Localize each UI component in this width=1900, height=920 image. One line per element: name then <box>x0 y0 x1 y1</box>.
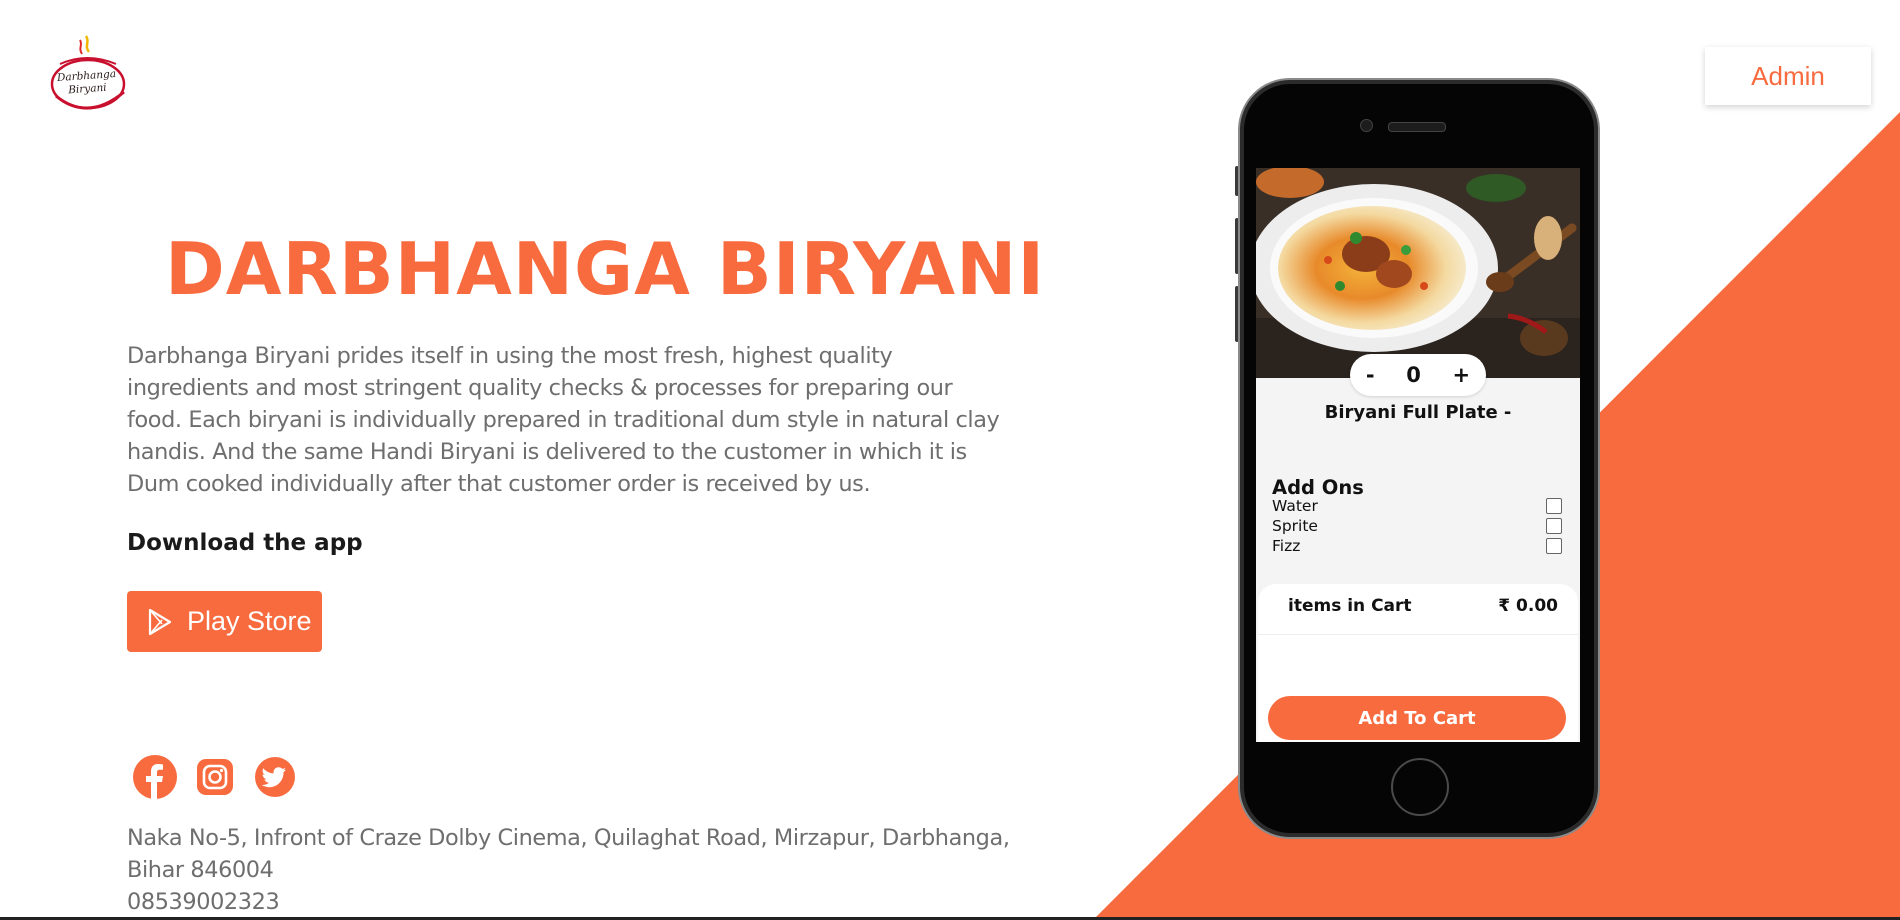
addon-label: Sprite <box>1272 517 1318 535</box>
download-app-label: Download the app <box>127 530 363 556</box>
cart-total: ₹ 0.00 <box>1498 596 1558 616</box>
cart-summary-row: items in Cart ₹ 0.00 <box>1288 596 1558 616</box>
phone-screen: - 0 + Biryani Full Plate - Add Ons Water… <box>1256 168 1580 742</box>
addon-label: Fizz <box>1272 537 1301 555</box>
add-to-cart-button[interactable]: Add To Cart <box>1268 696 1566 740</box>
address-line-2: Bihar 846004 <box>127 857 274 883</box>
addon-checkbox[interactable] <box>1546 538 1562 554</box>
cart-divider <box>1258 634 1578 635</box>
biryani-food-image <box>1256 168 1580 378</box>
phone-camera <box>1360 119 1373 132</box>
phone-mockup: - 0 + Biryani Full Plate - Add Ons Water… <box>1235 78 1600 839</box>
quantity-value: 0 <box>1406 363 1421 387</box>
addon-checkbox[interactable] <box>1546 518 1562 534</box>
contact-info: Naka No-5, Infront of Craze Dolby Cinema… <box>127 822 1027 918</box>
facebook-icon[interactable] <box>133 755 177 803</box>
admin-button[interactable]: Admin <box>1705 47 1871 105</box>
address-line-1: Naka No-5, Infront of Craze Dolby Cinema… <box>127 825 1010 851</box>
item-title: Biryani Full Plate - <box>1324 402 1512 423</box>
play-store-button[interactable]: Play Store <box>127 591 322 652</box>
phone-earpiece <box>1388 122 1446 132</box>
cart-items-label: items in Cart <box>1288 596 1412 616</box>
increment-button[interactable]: + <box>1453 363 1471 387</box>
play-store-icon <box>148 608 172 635</box>
addon-row-sprite[interactable]: Sprite <box>1272 516 1562 536</box>
instagram-icon[interactable] <box>193 755 237 803</box>
play-store-label: Play Store <box>187 606 312 636</box>
addon-label: Water <box>1272 497 1318 515</box>
addon-row-fizz[interactable]: Fizz <box>1272 536 1562 556</box>
brand-logo[interactable]: Darbhanga Biryani <box>44 32 130 114</box>
phone-number: 08539002323 <box>127 889 280 915</box>
phone-home-button <box>1391 758 1449 816</box>
addon-row-water[interactable]: Water <box>1272 496 1562 516</box>
quantity-stepper: - 0 + <box>1350 354 1486 396</box>
hero-description: Darbhanga Biryani prides itself in using… <box>127 343 1000 497</box>
addon-checkbox[interactable] <box>1546 498 1562 514</box>
social-links <box>133 755 297 803</box>
hero-title: DARBHANGA BIRYANI <box>165 227 1046 311</box>
logo-text: Darbhanga Biryani <box>56 67 117 97</box>
twitter-icon[interactable] <box>253 755 297 803</box>
decrement-button[interactable]: - <box>1366 363 1375 387</box>
